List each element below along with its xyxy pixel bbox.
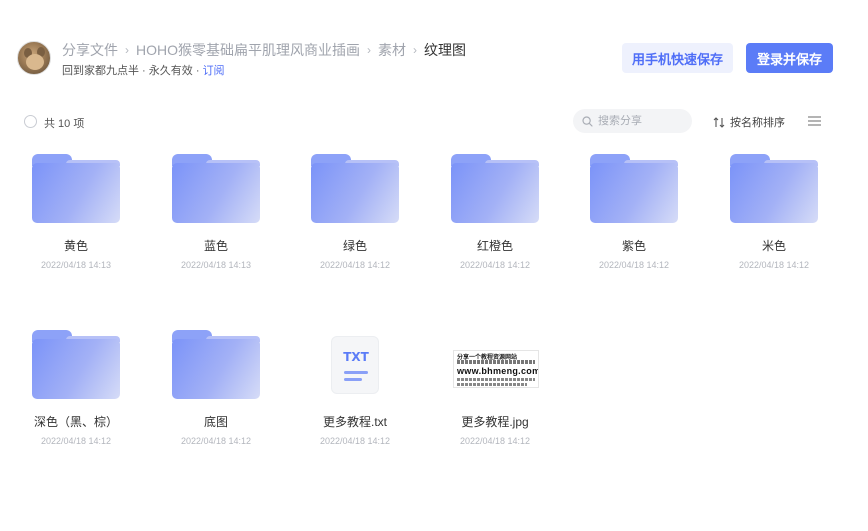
file-date: 2022/04/18 14:12 bbox=[598, 260, 670, 270]
folder-icon bbox=[172, 152, 260, 224]
folder-icon bbox=[172, 328, 260, 400]
folder-icon bbox=[32, 152, 120, 224]
file-date: 2022/04/18 14:12 bbox=[40, 436, 112, 446]
txt-file-icon: TXT bbox=[311, 328, 399, 400]
folder-item-beige[interactable]: 米色 2022/04/18 14:12 bbox=[714, 148, 834, 278]
share-meta: 回到家都九点半 · 永久有效 · 订阅 bbox=[62, 62, 225, 78]
file-name: 底图 bbox=[203, 415, 228, 429]
owner-avatar[interactable] bbox=[17, 41, 51, 75]
folder-item-purple[interactable]: 紫色 2022/04/18 14:12 bbox=[574, 148, 694, 278]
file-name: 绿色 bbox=[342, 239, 367, 253]
folder-icon bbox=[451, 152, 539, 224]
file-name: 紫色 bbox=[621, 239, 646, 253]
folder-icon bbox=[311, 152, 399, 224]
file-toolbar: 共 10 项 按名称排序 bbox=[0, 108, 868, 136]
breadcrumb-item-materials[interactable]: 素材 bbox=[378, 40, 406, 60]
breadcrumb-separator-icon: › bbox=[367, 43, 371, 57]
list-view-menu-icon[interactable] bbox=[808, 115, 821, 127]
breadcrumb-item-course[interactable]: HOHO猴零基础扁平肌理风商业插画 bbox=[136, 40, 360, 60]
login-and-save-button[interactable]: 登录并保存 bbox=[746, 43, 833, 73]
breadcrumb-item-share-files[interactable]: 分享文件 bbox=[62, 40, 118, 60]
share-header: 分享文件 › HOHO猴零基础扁平肌理风商业插画 › 素材 › 纹理图 回到家都… bbox=[0, 0, 868, 100]
file-date: 2022/04/18 14:12 bbox=[180, 436, 252, 446]
file-name: 黄色 bbox=[63, 239, 88, 253]
file-date: 2022/04/18 14:13 bbox=[180, 260, 252, 270]
folder-item-yellow[interactable]: 黄色 2022/04/18 14:13 bbox=[16, 148, 136, 278]
image-thumbnail: 分享一个教程资源网站 www.bhmeng.com bbox=[451, 328, 539, 400]
search-box[interactable] bbox=[573, 109, 692, 133]
file-name: 红橙色 bbox=[476, 239, 513, 253]
folder-icon bbox=[730, 152, 818, 224]
file-name: 蓝色 bbox=[203, 239, 228, 253]
folder-item-red-orange[interactable]: 红橙色 2022/04/18 14:12 bbox=[435, 148, 555, 278]
search-input[interactable] bbox=[598, 115, 678, 127]
sort-arrows-icon bbox=[713, 116, 725, 128]
owner-validity-text: 回到家都九点半 · 永久有效 · bbox=[62, 65, 203, 77]
search-icon bbox=[582, 115, 593, 127]
file-date: 2022/04/18 14:12 bbox=[459, 436, 531, 446]
file-date: 2022/04/18 14:12 bbox=[319, 260, 391, 270]
save-with-phone-button[interactable]: 用手机快速保存 bbox=[622, 43, 733, 73]
subscribe-link[interactable]: 订阅 bbox=[203, 65, 225, 77]
txt-badge: TXT bbox=[343, 350, 369, 364]
folder-item-green[interactable]: 绿色 2022/04/18 14:12 bbox=[295, 148, 415, 278]
file-date: 2022/04/18 14:12 bbox=[319, 436, 391, 446]
file-name: 更多教程.txt bbox=[322, 415, 387, 429]
folder-item-base[interactable]: 底图 2022/04/18 14:12 bbox=[156, 324, 276, 454]
item-count: 共 10 项 bbox=[44, 118, 85, 130]
file-item-jpg[interactable]: 分享一个教程资源网站 www.bhmeng.com 更多教程.jpg 2022/… bbox=[435, 324, 555, 454]
file-date: 2022/04/18 14:12 bbox=[738, 260, 810, 270]
breadcrumb-separator-icon: › bbox=[125, 43, 129, 57]
file-date: 2022/04/18 14:12 bbox=[459, 260, 531, 270]
folder-item-blue[interactable]: 蓝色 2022/04/18 14:13 bbox=[156, 148, 276, 278]
thumbnail-url: www.bhmeng.com bbox=[457, 366, 539, 376]
breadcrumb-separator-icon: › bbox=[413, 43, 417, 57]
file-name: 米色 bbox=[761, 239, 786, 253]
file-name: 深色（黑、棕） bbox=[33, 415, 118, 429]
breadcrumb: 分享文件 › HOHO猴零基础扁平肌理风商业插画 › 素材 › 纹理图 bbox=[62, 41, 466, 59]
folder-item-dark[interactable]: 深色（黑、棕） 2022/04/18 14:12 bbox=[16, 324, 136, 454]
folder-icon bbox=[590, 152, 678, 224]
sort-button[interactable]: 按名称排序 bbox=[713, 114, 785, 130]
select-all-checkbox[interactable] bbox=[24, 115, 37, 128]
file-date: 2022/04/18 14:13 bbox=[40, 260, 112, 270]
file-name: 更多教程.jpg bbox=[461, 415, 529, 429]
file-item-txt[interactable]: TXT 更多教程.txt 2022/04/18 14:12 bbox=[295, 324, 415, 454]
sort-label: 按名称排序 bbox=[730, 117, 785, 129]
breadcrumb-item-current: 纹理图 bbox=[424, 42, 466, 58]
folder-icon bbox=[32, 328, 120, 400]
